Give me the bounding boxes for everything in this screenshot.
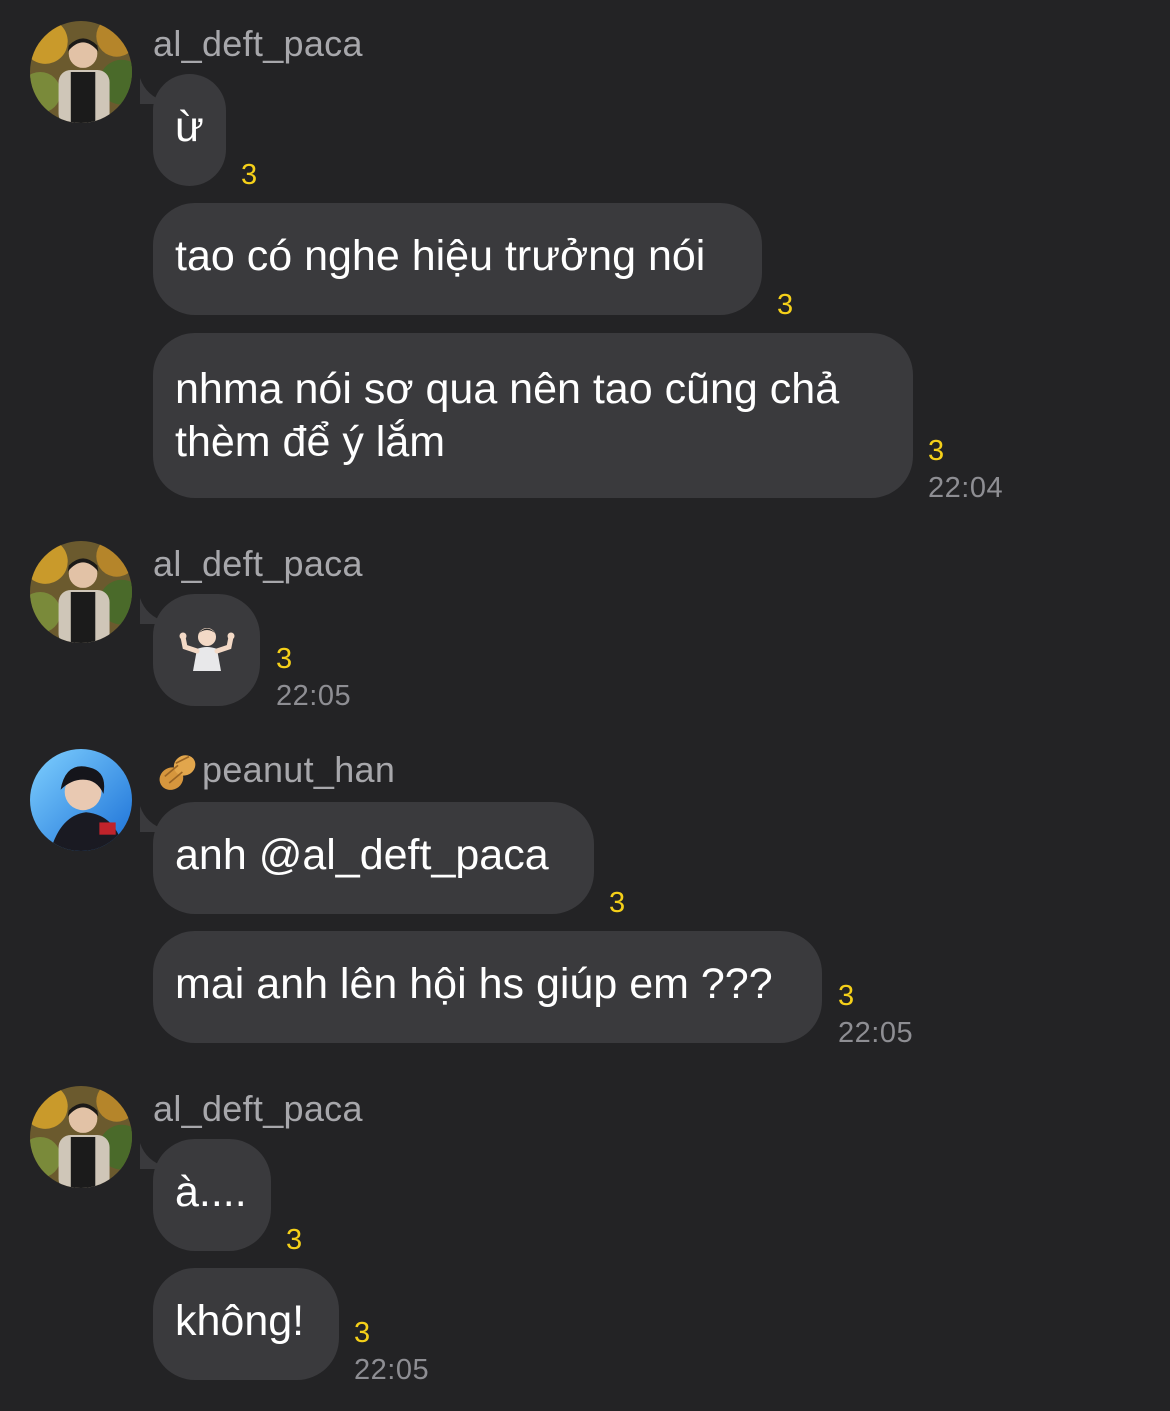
timestamp: 22:05: [354, 1354, 430, 1386]
message-text: à....: [175, 1168, 247, 1216]
reaction-count[interactable]: 3: [276, 644, 292, 674]
person-shrugging-icon: [179, 628, 234, 671]
username[interactable]: al_deft_paca: [153, 24, 363, 64]
reaction-count[interactable]: 3: [286, 1225, 302, 1255]
timestamp: 22:04: [928, 472, 1004, 504]
reaction-count[interactable]: 3: [354, 1318, 370, 1348]
avatar-peanut-han[interactable]: [30, 749, 132, 851]
message-bubble[interactable]: à....: [153, 1139, 271, 1251]
timestamp: 22:05: [276, 680, 352, 712]
message-bubble[interactable]: anh @al_deft_paca: [153, 802, 594, 914]
message-text: mai anh lên hội hs giúp em ???: [175, 960, 773, 1008]
message-bubble[interactable]: mai anh lên hội hs giúp em ???: [153, 931, 822, 1043]
message-text: ừ: [175, 103, 204, 151]
reaction-count[interactable]: 3: [928, 436, 944, 466]
avatar-al-deft-paca[interactable]: [30, 1086, 132, 1188]
reaction-count[interactable]: 3: [777, 290, 793, 320]
reaction-count[interactable]: 3: [609, 888, 625, 918]
username[interactable]: al_deft_paca: [153, 544, 363, 584]
message-text: anh @al_deft_paca: [175, 831, 549, 879]
message-text: tao có nghe hiệu trưởng nói: [175, 232, 706, 280]
message-text: không!: [175, 1297, 305, 1345]
message-bubble[interactable]: ừ: [153, 74, 226, 186]
peanut-icon: [156, 750, 200, 794]
message-bubble[interactable]: không!: [153, 1268, 339, 1380]
message-text: nhma nói sơ qua nên tao cũng chả thèm để…: [175, 365, 840, 466]
reaction-count[interactable]: 3: [241, 160, 257, 190]
username-text: peanut_han: [202, 749, 396, 790]
avatar-al-deft-paca[interactable]: [30, 541, 132, 643]
avatar-al-deft-paca[interactable]: [30, 21, 132, 123]
message-bubble[interactable]: tao có nghe hiệu trưởng nói: [153, 203, 762, 315]
username[interactable]: peanut_han: [156, 750, 395, 794]
message-bubble[interactable]: nhma nói sơ qua nên tao cũng chả thèm để…: [153, 333, 913, 498]
message-bubble[interactable]: [153, 594, 260, 706]
username[interactable]: al_deft_paca: [153, 1089, 363, 1129]
reaction-count[interactable]: 3: [838, 981, 854, 1011]
timestamp: 22:05: [838, 1017, 914, 1049]
